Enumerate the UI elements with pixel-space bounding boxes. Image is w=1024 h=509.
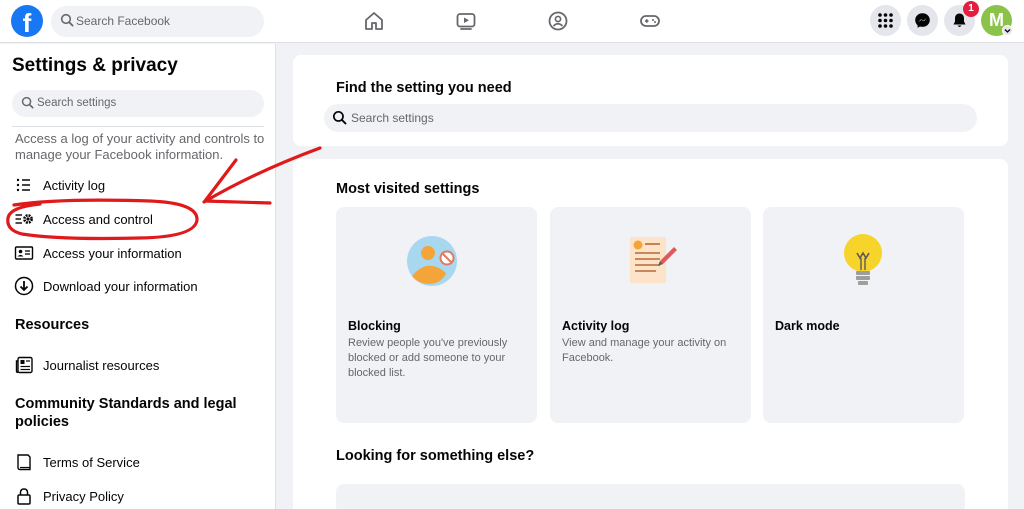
search-placeholder: Search settings — [37, 97, 117, 109]
newspaper-icon — [15, 356, 33, 374]
find-setting-title: Find the setting you need — [336, 80, 512, 96]
tile-blocking[interactable]: Blocking Review people you've previously… — [336, 207, 537, 423]
sidebar-search-input[interactable]: Search settings — [12, 90, 264, 117]
divider — [12, 126, 264, 127]
search-icon — [60, 13, 74, 27]
id-card-icon — [14, 246, 34, 260]
tile-activity-log[interactable]: Activity log View and manage your activi… — [550, 207, 751, 423]
sidebar-item-label: Access and control — [43, 212, 153, 227]
sidebar-item-activity-log[interactable]: Activity log — [14, 172, 264, 198]
facebook-search-input[interactable]: Search Facebook — [51, 6, 264, 37]
sidebar-item-label: Activity log — [43, 178, 106, 193]
gaming-icon[interactable] — [639, 10, 661, 32]
tile-title: Blocking — [348, 319, 401, 333]
search-icon — [332, 110, 347, 125]
sidebar-item-download-your-information[interactable]: Download your information — [14, 273, 264, 299]
search-placeholder: Search settings — [351, 111, 434, 125]
settings-list-icon — [15, 214, 33, 224]
messenger-button[interactable] — [907, 5, 938, 36]
settings-sidebar: Settings & privacy Search settings Acces… — [0, 44, 276, 509]
blocked-person-icon — [407, 236, 457, 286]
section-description: Access a log of your activity and contro… — [15, 131, 265, 162]
tile-dark-mode[interactable]: Dark mode — [763, 207, 964, 423]
sidebar-title: Settings & privacy — [12, 55, 178, 76]
sidebar-item-access-your-information[interactable]: Access your information — [14, 240, 264, 266]
something-else-panel — [336, 484, 965, 509]
sidebar-item-label: Privacy Policy — [43, 489, 124, 504]
groups-icon[interactable] — [547, 10, 569, 32]
tile-description: Review people you've previously blocked … — [348, 337, 508, 379]
book-icon — [17, 454, 31, 471]
sidebar-item-label: Journalist resources — [43, 358, 160, 373]
notification-count-badge: 1 — [963, 1, 979, 17]
tile-title: Activity log — [562, 319, 630, 333]
sidebar-item-privacy-policy[interactable]: Privacy Policy — [14, 483, 264, 509]
facebook-logo[interactable]: f — [11, 5, 43, 37]
account-caret[interactable] — [1002, 25, 1013, 36]
tile-title: Dark mode — [775, 319, 840, 333]
top-navigation-bar: f Search Facebook 1 M — [0, 0, 1024, 43]
sidebar-item-label: Terms of Service — [43, 455, 140, 470]
find-setting-card: Find the setting you need — [293, 55, 1008, 146]
messenger-icon — [915, 13, 930, 28]
list-icon — [16, 178, 30, 192]
chevron-down-icon — [1004, 29, 1011, 33]
main-settings-search-input[interactable]: Search settings — [324, 104, 977, 132]
lock-icon — [17, 488, 31, 505]
sidebar-item-journalist-resources[interactable]: Journalist resources — [14, 352, 264, 378]
most-visited-title: Most visited settings — [336, 181, 480, 197]
menu-button[interactable] — [870, 5, 901, 36]
download-icon — [14, 276, 34, 296]
sidebar-item-terms-of-service[interactable]: Terms of Service — [14, 449, 264, 475]
sidebar-item-label: Download your information — [43, 279, 198, 294]
resources-heading: Resources — [15, 317, 90, 333]
home-icon[interactable] — [363, 10, 385, 32]
document-pencil-icon — [630, 237, 677, 283]
grid-menu-icon — [878, 13, 893, 28]
watch-icon[interactable] — [455, 10, 477, 32]
lightbulb-icon — [844, 234, 882, 285]
search-placeholder: Search Facebook — [76, 14, 171, 28]
tile-description: View and manage your activity on Faceboo… — [562, 337, 727, 364]
search-icon — [21, 96, 34, 109]
sidebar-item-access-and-control[interactable]: Access and control — [14, 206, 264, 232]
community-standards-heading: Community Standards and legal policies — [15, 396, 237, 430]
sidebar-item-label: Access your information — [43, 246, 182, 261]
looking-for-something-else-title: Looking for something else? — [336, 448, 535, 464]
